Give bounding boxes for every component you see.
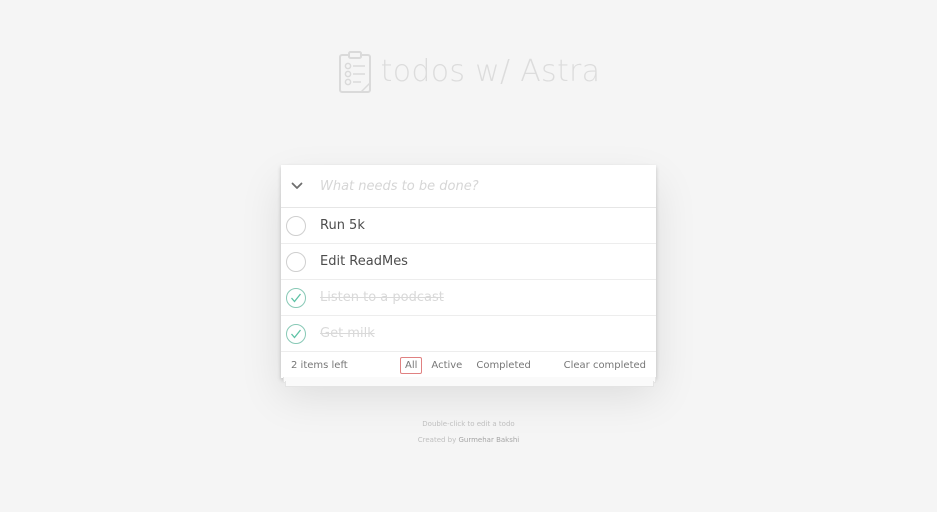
app-title: todos w/ Astra — [380, 54, 601, 89]
todo-item[interactable]: Edit ReadMes — [281, 244, 656, 280]
todo-app: Run 5k Edit ReadMes Listen to a podcast — [281, 165, 656, 378]
chevron-down-icon — [291, 182, 303, 189]
edit-hint-text: Double-click to edit a todo — [422, 420, 515, 428]
edit-hint: Double-click to edit a todo — [0, 420, 937, 428]
filter-completed[interactable]: Completed — [471, 357, 536, 374]
todo-item-completed[interactable]: Get milk — [281, 316, 656, 352]
list-stack-shadow — [285, 381, 654, 387]
author-link[interactable]: Gurmehar Bakshi — [459, 436, 520, 444]
todo-label[interactable]: Listen to a podcast — [320, 290, 444, 305]
credits: Created by Gurmehar Bakshi — [0, 436, 937, 444]
clear-completed-button[interactable]: Clear completed — [564, 360, 646, 371]
clipboard-checklist-icon — [337, 50, 373, 94]
page: todos w/ Astra Run 5k Edit ReadMes — [0, 0, 937, 512]
todo-toggle-checkbox[interactable] — [286, 215, 306, 236]
todo-toggle-checkbox[interactable] — [286, 251, 306, 272]
todo-item[interactable]: Run 5k — [281, 208, 656, 244]
todo-footer: 2 items left All Active Completed Clear … — [281, 352, 656, 378]
todo-toggle-checkbox-checked[interactable] — [286, 323, 306, 344]
todo-label[interactable]: Get milk — [320, 326, 375, 341]
filter-tabs: All Active Completed — [400, 356, 536, 374]
new-todo-input[interactable] — [320, 178, 656, 194]
filter-all[interactable]: All — [400, 356, 423, 374]
items-left-count: 2 items left — [291, 359, 348, 371]
checkmark-icon — [291, 293, 302, 303]
toggle-all-button[interactable] — [282, 165, 312, 207]
new-todo-row — [281, 165, 656, 208]
checkmark-icon — [291, 329, 302, 339]
app-header: todos w/ Astra — [0, 50, 937, 94]
todo-item-completed[interactable]: Listen to a podcast — [281, 280, 656, 316]
filter-active[interactable]: Active — [426, 357, 467, 374]
todo-list: Run 5k Edit ReadMes Listen to a podcast — [281, 208, 656, 352]
todo-label[interactable]: Edit ReadMes — [320, 254, 408, 269]
todo-toggle-checkbox-checked[interactable] — [286, 287, 306, 308]
credits-prefix: Created by — [417, 436, 457, 444]
todo-label[interactable]: Run 5k — [320, 218, 365, 233]
